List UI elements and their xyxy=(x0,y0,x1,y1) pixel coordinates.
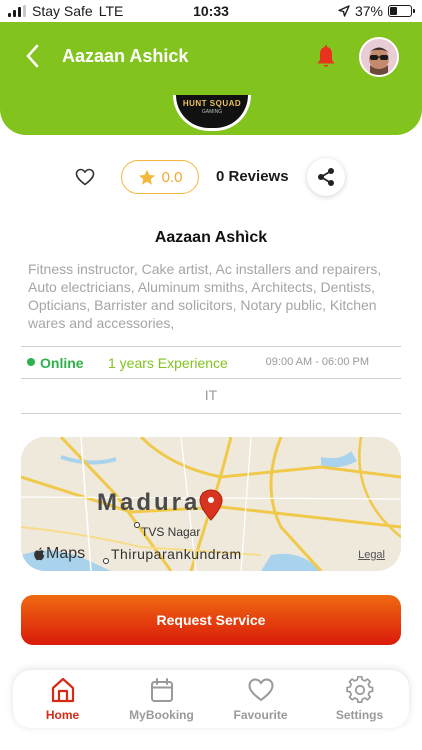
rating-value: 0.0 xyxy=(161,168,183,186)
avatar-image xyxy=(361,39,397,75)
maps-brand: Maps xyxy=(33,545,85,563)
map-area-marker xyxy=(103,558,109,564)
logo-text: HUNT SQUAD xyxy=(182,99,242,108)
info-row: Online 1 years Experience 09:00 AM - 06:… xyxy=(21,350,401,376)
category-label: IT xyxy=(204,387,218,403)
nav-label: Home xyxy=(45,708,80,722)
nav-item-favourite[interactable]: Favourite xyxy=(211,674,310,724)
online-indicator xyxy=(27,358,35,366)
nav-item-mybooking[interactable]: MyBooking xyxy=(112,674,211,724)
battery-percent: 37% xyxy=(354,3,383,19)
settings-icon xyxy=(346,676,374,704)
share-button[interactable] xyxy=(307,158,345,196)
location-arrow-icon xyxy=(338,5,350,17)
bell-icon[interactable] xyxy=(314,44,338,70)
nav-item-home[interactable]: Home xyxy=(13,674,112,724)
home-icon xyxy=(51,677,75,703)
battery-icon xyxy=(388,5,415,17)
nav-item-settings[interactable]: Settings xyxy=(310,674,409,724)
favorite-button[interactable] xyxy=(70,162,100,192)
map-city-label: Madurai xyxy=(97,489,211,516)
logo-subtext: GAMING xyxy=(201,109,223,115)
battery-fill xyxy=(390,7,397,15)
heart-icon xyxy=(248,678,274,701)
experience-label: 1 years Experience xyxy=(108,355,228,371)
status-bar: Stay Safe LTE 10:33 37% xyxy=(0,0,422,24)
header-title: Aazaan Ashick xyxy=(62,46,189,66)
rating-badge[interactable]: 0.0 xyxy=(121,160,199,194)
map-area-marker xyxy=(134,522,140,528)
maps-brand-label: Maps xyxy=(46,545,86,562)
calendar-icon xyxy=(151,678,173,702)
star-icon xyxy=(138,169,155,185)
heart-icon xyxy=(75,168,95,186)
status-right: 37% xyxy=(338,3,415,19)
status-label: Online xyxy=(40,355,84,371)
nav-label: Settings xyxy=(335,708,384,722)
reviews-link[interactable]: 0 Reviews xyxy=(216,168,289,185)
map-area-label: TVS Nagar xyxy=(141,525,201,539)
chevron-left-icon[interactable] xyxy=(22,42,46,70)
divider xyxy=(21,378,401,379)
map-legal-link[interactable]: Legal xyxy=(358,549,385,561)
request-service-button[interactable]: Request Service xyxy=(21,595,401,645)
share-icon xyxy=(318,168,334,186)
provider-name: Aazaan Ashìck xyxy=(154,229,268,246)
location-map[interactable]: Madurai TVS Nagar Thiruparankundram Maps… xyxy=(21,437,401,571)
nav-label: Favourite xyxy=(233,708,288,722)
map-area2-label: Thiruparankundram xyxy=(111,546,242,562)
map-pin-icon[interactable] xyxy=(199,489,223,521)
nav-label: MyBooking xyxy=(129,708,194,722)
divider xyxy=(21,413,401,414)
apple-icon xyxy=(34,547,45,561)
divider xyxy=(21,346,401,347)
working-hours: 09:00 AM - 06:00 PM xyxy=(265,356,369,368)
avatar[interactable] xyxy=(359,37,399,77)
services-list: Fitness instructor, Cake artist, Ac inst… xyxy=(28,261,382,331)
bottom-nav: Home MyBooking Favourite Settings xyxy=(13,670,409,728)
